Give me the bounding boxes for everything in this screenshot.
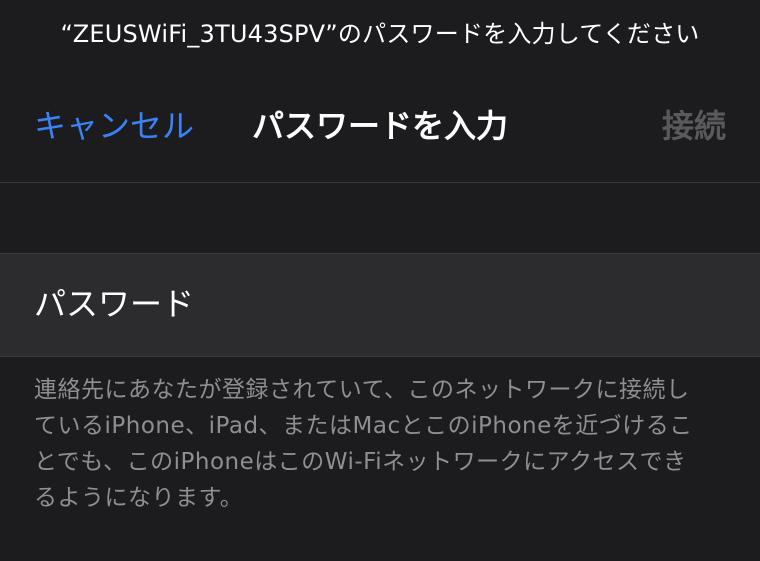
connect-button[interactable]: 接続 (662, 106, 726, 146)
footer-line: ているiPhone、iPad、またはMacとこのiPhoneを近づけるこ (34, 413, 693, 439)
password-input[interactable] (220, 274, 724, 336)
footer-line: るようになります。 (34, 485, 244, 511)
password-label: パスワード (34, 285, 195, 323)
page-title: パスワードを入力 (251, 107, 508, 145)
password-sheet: “ZEUSWiFi_3TU43SPV”のパスワードを入力してください キャンセル… (0, 0, 760, 561)
network-prompt: “ZEUSWiFi_3TU43SPV”のパスワードを入力してください (60, 20, 700, 48)
password-field-row[interactable]: パスワード (0, 253, 760, 357)
footer-line: 連絡先にあなたが登録されていて、このネットワークに接続し (34, 377, 690, 403)
footer-note: 連絡先にあなたが登録されていて、このネットワークに接続し ているiPhone、i… (34, 372, 734, 516)
section-gap (0, 183, 760, 253)
nav-bar: キャンセル パスワードを入力 接続 (0, 92, 760, 162)
footer-line: とでも、このiPhoneはこのWi-Fiネットワークにアクセスでき (34, 449, 687, 475)
